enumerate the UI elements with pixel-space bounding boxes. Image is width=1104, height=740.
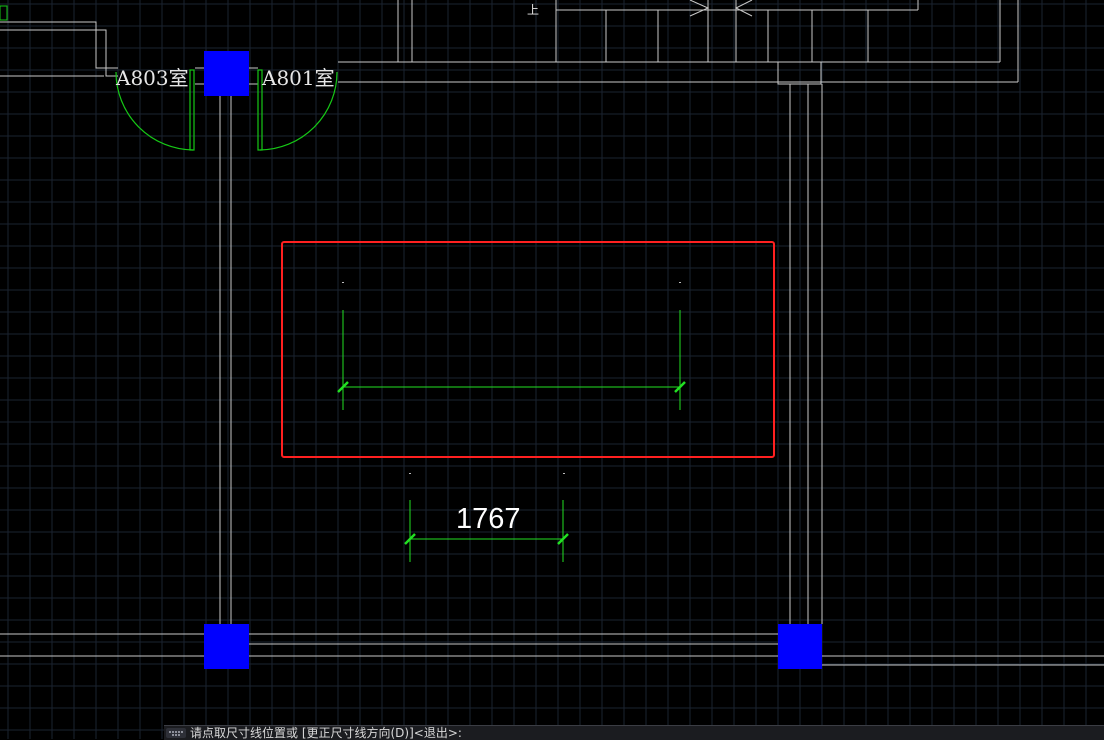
dimension-preview (337, 310, 686, 410)
room-walls (0, 61, 1104, 666)
command-prompt-text: 请点取尺寸线位置或 [更正尺寸线方向(D)]<退出>: (190, 726, 462, 740)
background-grid (0, 0, 1104, 739)
cad-drawing-canvas[interactable] (0, 0, 1104, 739)
selection-box[interactable] (281, 241, 775, 458)
room-label-a801: A801室 (262, 66, 335, 90)
column-top-left (204, 51, 249, 96)
column-bottom-left (204, 624, 249, 669)
column-bottom-right (778, 624, 822, 669)
dimension-text[interactable]: 1767 (456, 504, 521, 534)
command-line-grip-icon[interactable] (166, 728, 186, 738)
stair-up-label: 上 (527, 3, 540, 17)
room-label-a803: A803室 (116, 66, 189, 90)
command-line-bar[interactable]: 请点取尺寸线位置或 [更正尺寸线方向(D)]<退出>: (164, 725, 1104, 740)
